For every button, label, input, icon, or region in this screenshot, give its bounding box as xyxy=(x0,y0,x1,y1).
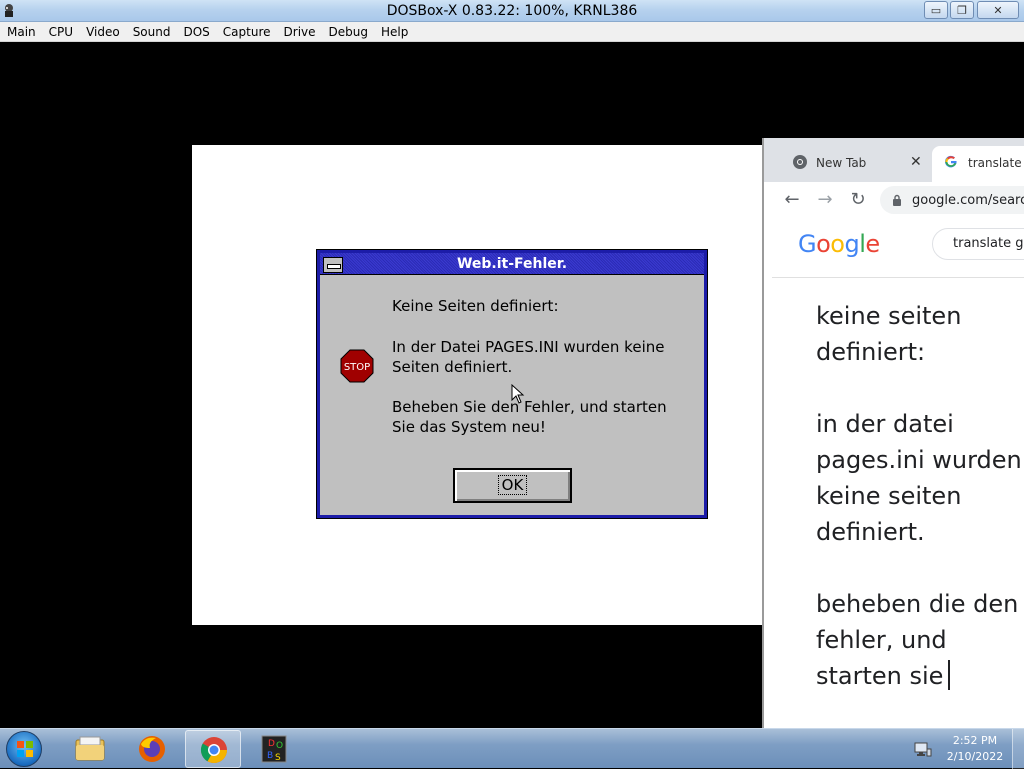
ok-button[interactable]: OK xyxy=(453,468,572,503)
address-bar[interactable]: google.com/searc xyxy=(880,186,1024,214)
dosbox-icon: D O B S xyxy=(261,735,287,763)
dialog-title: Web.it-Fehler. xyxy=(320,253,704,275)
firefox-icon xyxy=(139,736,165,762)
translation-line: fehler, und xyxy=(816,626,947,654)
window-title: DOSBox-X 0.83.22: 100%, KRNL386 xyxy=(386,3,638,19)
menu-sound[interactable]: Sound xyxy=(126,22,177,42)
mouse-pointer-icon xyxy=(511,384,525,404)
lock-icon xyxy=(893,194,901,206)
taskbar-firefox[interactable] xyxy=(124,730,180,768)
tab-label: New Tab xyxy=(816,156,867,170)
browser-window: New Tab ✕ translate ge ← → ↻ google.com/… xyxy=(762,138,1024,728)
menubar: Main CPU Video Sound DOS Capture Drive D… xyxy=(0,22,1024,42)
maximize-button[interactable]: ❐ xyxy=(950,1,974,19)
stop-icon-text: STOP xyxy=(344,362,370,373)
dialog-message-line: Sie das System neu! xyxy=(392,418,546,436)
translation-line: in der datei xyxy=(816,410,954,438)
menu-cpu[interactable]: CPU xyxy=(42,22,79,42)
system-clock[interactable]: 2:52 PM 2/10/2022 xyxy=(944,733,1006,765)
tab-new-tab[interactable]: New Tab ✕ xyxy=(784,146,930,182)
clock-date: 2/10/2022 xyxy=(946,750,1004,763)
translation-line: beheben die den xyxy=(816,590,1019,618)
menu-help[interactable]: Help xyxy=(374,22,414,42)
menu-video[interactable]: Video xyxy=(79,22,126,42)
translation-line: pages.ini wurden xyxy=(816,446,1022,474)
svg-text:O: O xyxy=(276,741,283,751)
start-button[interactable] xyxy=(6,731,42,767)
minimize-button[interactable]: ▭ xyxy=(924,1,948,19)
translation-line: keine seiten xyxy=(816,482,962,510)
translation-line: keine seiten xyxy=(816,302,962,330)
menu-debug[interactable]: Debug xyxy=(322,22,374,42)
taskbar: D O B S 2:52 PM 2/10/2022 xyxy=(0,728,1024,769)
tab-translate[interactable]: translate ge xyxy=(932,146,1024,182)
dialog-message-line: Seiten definiert. xyxy=(392,358,513,376)
close-button[interactable]: ✕ xyxy=(977,1,1019,19)
svg-text:B: B xyxy=(267,751,273,761)
menu-main[interactable]: Main xyxy=(0,22,42,42)
tab-close-icon[interactable]: ✕ xyxy=(910,154,922,170)
windows-logo-icon xyxy=(17,741,33,757)
svg-text:D: D xyxy=(268,739,275,749)
dialog-message-line: In der Datei PAGES.INI wurden keine xyxy=(392,338,665,356)
browser-toolbar: ← → ↻ google.com/searc xyxy=(764,182,1024,218)
clock-time: 2:52 PM xyxy=(952,734,998,747)
translation-source-text[interactable]: keine seiten definiert: in der datei pag… xyxy=(816,298,1024,730)
chrome-icon xyxy=(200,737,228,764)
google-g-icon xyxy=(945,155,957,168)
tab-strip: New Tab ✕ translate ge xyxy=(764,138,1024,182)
search-query: translate ge xyxy=(953,236,1024,251)
maximize-icon: ❐ xyxy=(957,3,967,17)
minimize-icon: ▭ xyxy=(930,3,942,17)
tab-label: translate ge xyxy=(968,156,1024,170)
network-icon[interactable] xyxy=(914,741,932,757)
dialog-message-heading: Keine Seiten definiert: xyxy=(392,297,559,315)
taskbar-explorer[interactable] xyxy=(62,730,118,768)
forward-arrow-icon[interactable]: → xyxy=(815,190,835,210)
text-caret xyxy=(948,660,951,690)
reload-icon[interactable]: ↻ xyxy=(848,190,868,210)
dialog-system-menu-button[interactable] xyxy=(323,257,343,273)
explorer-icon xyxy=(75,736,105,761)
show-desktop-button[interactable] xyxy=(1012,729,1024,769)
address-bar-url: google.com/searc xyxy=(912,193,1024,208)
search-header: Google translate ge xyxy=(772,218,1024,278)
translation-line: definiert: xyxy=(816,338,926,366)
stop-icon: STOP xyxy=(340,349,374,383)
ok-button-label: OK xyxy=(497,475,528,495)
window-titlebar: DOSBox-X 0.83.22: 100%, KRNL386 ▭ ❐ ✕ xyxy=(0,0,1024,22)
google-logo[interactable]: Google xyxy=(798,230,880,258)
menu-dos[interactable]: DOS xyxy=(176,22,215,42)
translation-line: definiert. xyxy=(816,518,925,546)
chrome-icon xyxy=(793,155,807,169)
google-search-input[interactable]: translate ge xyxy=(932,228,1024,260)
menu-drive[interactable]: Drive xyxy=(277,22,322,42)
taskbar-dosbox[interactable]: D O B S xyxy=(246,730,302,768)
menu-capture[interactable]: Capture xyxy=(216,22,277,42)
close-icon: ✕ xyxy=(993,3,1003,17)
svg-text:S: S xyxy=(275,753,281,763)
back-arrow-icon[interactable]: ← xyxy=(782,190,802,210)
translation-line: starten sie xyxy=(816,662,944,690)
taskbar-chrome[interactable] xyxy=(185,730,241,768)
dialog-message-line: Beheben Sie den Fehler, und starten xyxy=(392,398,667,416)
